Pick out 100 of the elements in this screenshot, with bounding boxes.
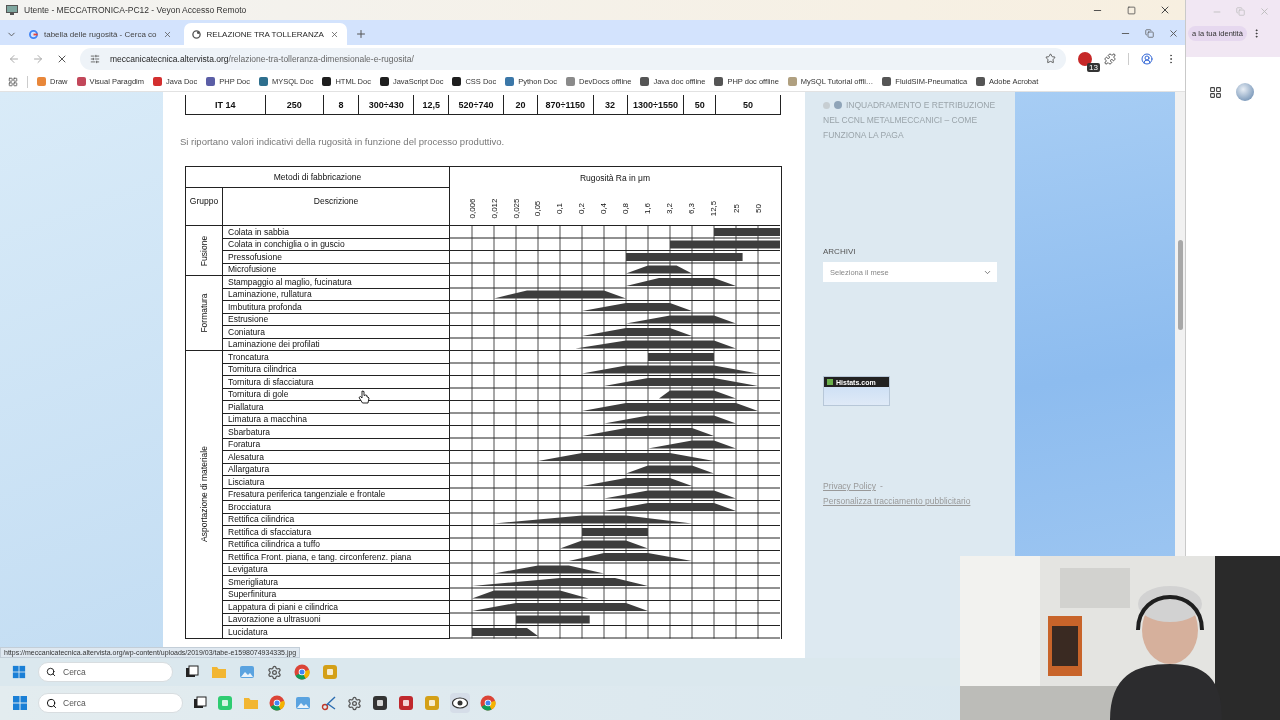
search-field[interactable]: Cerca xyxy=(38,693,183,713)
table-cell: Imbutitura profonda xyxy=(223,301,450,314)
search-icon xyxy=(46,667,56,677)
table-cell: Limatura a macchina xyxy=(223,413,450,426)
puzzle-icon[interactable] xyxy=(1104,52,1116,65)
roughness-bar xyxy=(582,528,648,536)
table-cell: 32 xyxy=(593,95,628,114)
table-cell: Alesatura xyxy=(223,451,450,464)
search-field[interactable]: Cerca xyxy=(38,662,173,682)
table-cell: Sbarbatura xyxy=(223,426,450,439)
table-cell: Levigatura xyxy=(223,563,450,576)
scale-label: 0,2 xyxy=(577,202,587,214)
table-cell: Tornitura di sfacciatura xyxy=(223,376,450,389)
windows-logo-icon[interactable] xyxy=(12,665,26,679)
scale-label: 0,05 xyxy=(533,200,543,216)
table-cell-text: 50 xyxy=(742,98,755,112)
scale-label: 25 xyxy=(731,203,741,213)
scale-label: 12,5 xyxy=(709,200,719,216)
table-cell: Superfinitura xyxy=(223,588,450,601)
table-cell: 20 xyxy=(503,95,538,114)
bullet-icon xyxy=(823,102,830,109)
gear-icon[interactable] xyxy=(347,695,362,711)
table-cell: 12,5 xyxy=(414,95,450,114)
photo-icon[interactable] xyxy=(239,665,255,679)
table-cell: Lavorazione a ultrasuoni xyxy=(223,613,450,626)
table-cell: Colata in conchiglia o in guscio xyxy=(223,238,450,251)
search-icon xyxy=(46,698,57,709)
scale-label: 6,3 xyxy=(687,202,697,214)
scale-label: 0,8 xyxy=(621,202,631,214)
table-header: Descrizione xyxy=(223,188,450,226)
scrollbar-thumb[interactable] xyxy=(1177,240,1183,330)
address-bar[interactable]: meccanicatecnica.altervista.org/relazione-tra-tolleranza-dimensionale-e-rugosita/ xyxy=(80,47,1066,70)
table-cell: Fresatura periferica tangenziale e frontale xyxy=(223,488,450,501)
table-cell: Rettifica di sfacciatura xyxy=(223,526,450,539)
group-label: Fusione xyxy=(199,235,209,266)
table-cell: Laminazione dei profilati xyxy=(223,338,450,351)
table-header: Rugosità Ra in μm xyxy=(579,173,651,183)
monitor-icon xyxy=(6,5,18,15)
windows-logo-icon[interactable] xyxy=(12,695,28,711)
roughness-bar xyxy=(626,265,692,274)
scale-label: 0,006 xyxy=(467,198,477,218)
roughness-bar xyxy=(648,353,714,361)
table-cell: Troncatura xyxy=(223,351,450,364)
table-cell: Lappatura di piani e cilindrica xyxy=(223,601,450,614)
task-view-icon[interactable] xyxy=(193,696,207,710)
apps-icon[interactable] xyxy=(1209,85,1222,99)
search-engine-icon xyxy=(29,29,38,39)
browser-icon[interactable] xyxy=(480,695,496,711)
group-label: Formatura xyxy=(199,293,209,333)
avatar[interactable] xyxy=(1236,83,1254,101)
app-icon[interactable] xyxy=(372,695,388,711)
group-label: Asportazione di materiale xyxy=(199,446,209,543)
table-cell: 250 xyxy=(265,95,324,114)
scale-label: 0,012 xyxy=(489,198,499,218)
table-cell: Laminazione, rullatura xyxy=(223,288,450,301)
tab-title: tabella delle rugosità - Cerca co xyxy=(44,29,157,39)
table-cell: Microfusione xyxy=(223,263,450,276)
scale-label: 1,6 xyxy=(643,202,653,214)
close-icon[interactable] xyxy=(1168,28,1179,39)
table-cell: Brocciatura xyxy=(223,501,450,514)
scale-label: 50 xyxy=(753,203,763,213)
table-cell: Pressofusione xyxy=(223,251,450,264)
table-cell: IT 14 xyxy=(186,95,266,114)
browser-tab[interactable]: tabella delle rugosità - Cerca co xyxy=(21,23,180,45)
table-cell: Allargatura xyxy=(223,463,450,476)
browser-tab[interactable]: RELAZIONE TRA TOLLERANZA xyxy=(183,23,347,45)
star-icon[interactable] xyxy=(1045,53,1056,64)
table-cell: 870÷1150 xyxy=(537,95,594,114)
caption-text: Si riportano valori indicativi della rugosità in funzione del processo produttivo. xyxy=(180,135,506,149)
table-cell: Estrusione xyxy=(223,313,450,326)
table-cell: 520÷740 xyxy=(449,95,504,114)
profile-icon[interactable] xyxy=(1141,52,1153,65)
table-cell: Lucidatura xyxy=(223,626,450,639)
section-title: ARCHIVI xyxy=(823,247,857,256)
tab-title: RELAZIONE TRA TOLLERANZA xyxy=(206,29,324,39)
extension-icon[interactable] xyxy=(1078,51,1092,66)
photo-icon[interactable] xyxy=(295,696,311,710)
globe-icon xyxy=(834,101,842,109)
scale-label: 0,1 xyxy=(555,202,565,214)
table-cell: Smerigliatura xyxy=(223,576,450,589)
url-text: meccanicatecnica.altervista.org/relazione-tra-tolleranza-dimensionale-e-rugosita/ xyxy=(110,53,415,64)
site-settings-icon[interactable] xyxy=(90,53,100,64)
table-cell: Foratura xyxy=(223,438,450,451)
table-cell: Stampaggio al maglio, fucinatura xyxy=(223,276,450,289)
gear-icon[interactable] xyxy=(267,664,282,680)
close-icon[interactable] xyxy=(329,29,339,39)
table-header: Metodi di fabbricazione xyxy=(186,167,450,188)
chart-icon xyxy=(827,379,833,385)
browser-icon[interactable] xyxy=(269,695,285,711)
roughness-bar xyxy=(714,228,780,236)
scissors-icon[interactable] xyxy=(321,695,337,711)
scale-label: 0,4 xyxy=(599,202,609,214)
extension-badge: 13 xyxy=(1087,62,1100,72)
table-cell: 50 xyxy=(684,95,717,114)
browser-icon[interactable] xyxy=(294,664,310,680)
task-view-icon[interactable] xyxy=(185,665,199,679)
table-cell: Coniatura xyxy=(223,326,450,339)
table-cell: Colata in sabbia xyxy=(223,226,450,239)
apps-icon[interactable] xyxy=(8,76,18,87)
restore-icon[interactable] xyxy=(1145,28,1154,39)
